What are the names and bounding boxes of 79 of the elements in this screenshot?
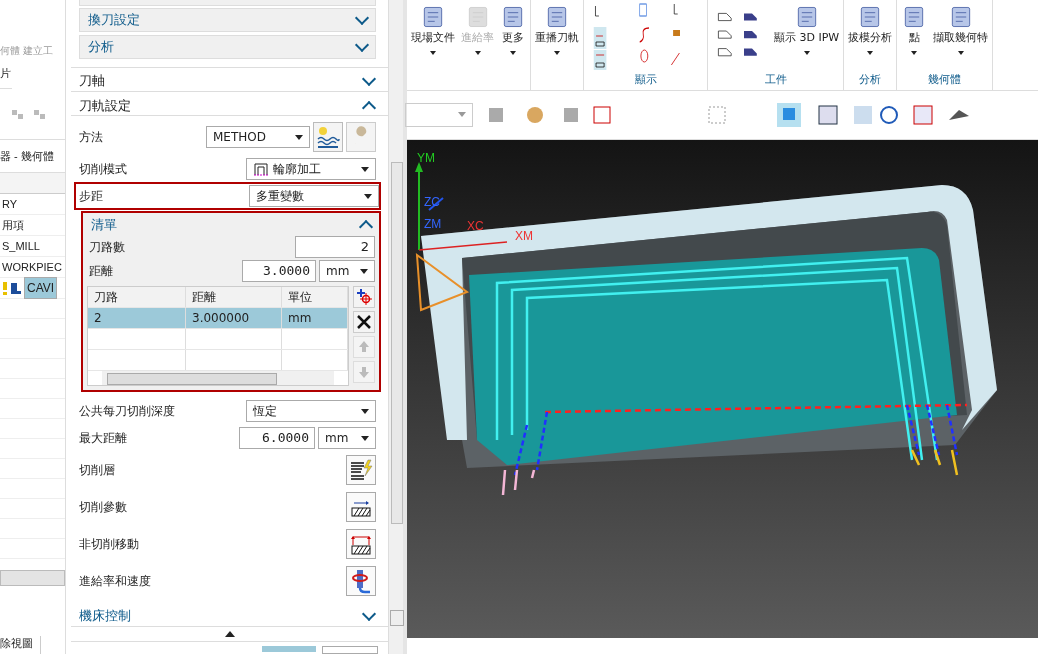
non-cut-moves-icon[interactable] (346, 529, 376, 560)
caret-icon[interactable] (911, 51, 918, 55)
stepover-dropdown[interactable]: 多重變數 (249, 185, 379, 208)
column-header[interactable]: 單位 (282, 287, 348, 308)
ribbon-button[interactable]: 現場文件 (411, 30, 455, 45)
collapse-icon[interactable] (224, 630, 235, 637)
table-cell: 3.000000 (186, 308, 282, 329)
pass-count-field[interactable]: 2 (295, 236, 375, 259)
ribbon-button[interactable]: 更多 (502, 30, 524, 45)
field-label: 刀路數 (89, 238, 126, 256)
caret-icon[interactable] (430, 51, 436, 55)
unit-dropdown[interactable]: mm (319, 260, 375, 283)
ribbon-button[interactable]: 擷取幾何特 (933, 30, 989, 45)
ribbon-button[interactable]: 顯示 3D IPW (774, 30, 840, 45)
table-cell: mm (282, 308, 348, 329)
ribbon-button[interactable]: 拔模分析 (848, 30, 893, 45)
caret-icon[interactable] (867, 51, 874, 55)
group-header[interactable]: 換刀設定 (79, 7, 376, 32)
caret-icon[interactable] (510, 51, 516, 55)
tree-item[interactable]: 用項 (2, 216, 24, 234)
feeds-speeds-icon[interactable] (346, 566, 376, 597)
group-label: 片 (0, 58, 12, 89)
tree-item[interactable]: CAVI (24, 277, 58, 299)
unit-dropdown[interactable]: mm (318, 427, 376, 450)
vertical-scrollbar[interactable] (388, 0, 403, 654)
field-label: 公共每刀切削深度 (79, 402, 176, 420)
distance-field[interactable]: 3.0000 (242, 260, 316, 283)
field-label: 距離 (89, 262, 114, 280)
depth-dropdown[interactable]: 恆定 (246, 400, 376, 423)
field-label: 切削模式 (79, 160, 128, 178)
ribbon-button[interactable]: 點 (908, 30, 920, 45)
field-label: 切削參數 (79, 498, 128, 516)
field-label: 非切削移動 (79, 535, 140, 553)
axis-label: XM (515, 229, 533, 243)
axis-label: ZM (424, 217, 442, 231)
section-title[interactable]: 機床控制 (79, 606, 131, 625)
group-title: 換刀設定 (88, 10, 140, 29)
field-label: 方法 (79, 128, 104, 146)
column-header[interactable]: 刀路 (88, 287, 186, 308)
tree-item[interactable]: WORKPIEC (2, 258, 62, 276)
bottom-tab[interactable]: 除視圖 (0, 636, 41, 654)
section-title[interactable]: 刀軸 (79, 72, 105, 91)
field-label: 進給率和速度 (79, 572, 152, 590)
axis-label: YM (417, 151, 435, 165)
table-cell: 2 (88, 308, 186, 329)
caret-icon[interactable] (474, 51, 481, 55)
cut-params-icon[interactable] (346, 492, 376, 523)
group-title[interactable]: 清單 (91, 216, 117, 235)
group-label: 分析 (858, 72, 883, 88)
caret-icon[interactable] (554, 51, 560, 55)
tree-item[interactable]: RY (2, 195, 18, 213)
table-row[interactable]: 2 3.000000 mm (88, 308, 348, 330)
field-label: 切削層 (79, 461, 116, 479)
close-icon[interactable] (353, 311, 375, 334)
add-icon[interactable] (353, 286, 375, 309)
axis-label: XC (467, 219, 484, 233)
method-dropdown[interactable]: METHOD (206, 126, 310, 149)
cut-levels-icon[interactable] (346, 455, 376, 486)
max-distance-field[interactable]: 6.0000 (239, 427, 315, 450)
group-label: 幾何體 (927, 72, 963, 88)
column-header[interactable]: 距離 (186, 287, 282, 308)
group-header[interactable]: 分析 (79, 34, 376, 59)
contour-icon (253, 162, 269, 177)
tree-item[interactable]: S_MILL (2, 237, 40, 255)
horizontal-scrollbar[interactable] (102, 371, 334, 386)
operation-icon (9, 281, 23, 295)
group-title: 分析 (88, 37, 114, 56)
method-icon[interactable] (313, 122, 343, 153)
group-label: 顯示 (633, 72, 658, 88)
field-label: 最大距離 (79, 429, 128, 447)
field-label: 步距 (79, 187, 104, 205)
horizontal-scrollbar[interactable] (0, 570, 65, 586)
section-title[interactable]: 刀軌設定 (79, 96, 131, 115)
ribbon-button[interactable]: 重播刀軌 (535, 30, 579, 45)
caret-icon[interactable] (803, 51, 810, 55)
group-label: 工件 (763, 72, 788, 88)
axis-label: ZC (424, 195, 440, 209)
caret-icon[interactable] (957, 51, 964, 55)
cut-pattern-dropdown[interactable]: 輪廓加工 (246, 158, 376, 181)
